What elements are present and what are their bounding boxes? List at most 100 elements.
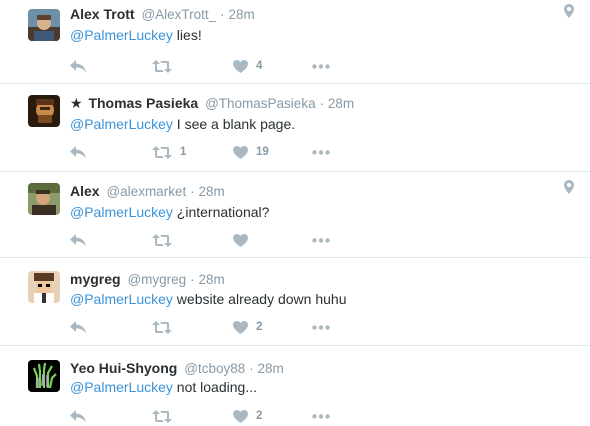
more-button[interactable] xyxy=(312,142,330,162)
tweet-actions: 2 xyxy=(70,406,370,426)
more-button[interactable] xyxy=(312,56,330,76)
reply-icon xyxy=(70,59,86,72)
tweet-actions: 4 xyxy=(70,56,370,76)
like-count: 2 xyxy=(256,321,263,333)
tweet[interactable]: Alex @alexmarket · 28m @PalmerLuckey ¿in… xyxy=(0,172,590,258)
like-button[interactable] xyxy=(233,230,256,250)
avatar[interactable] xyxy=(28,9,60,41)
heart-icon xyxy=(233,59,248,73)
retweet-icon xyxy=(152,145,172,159)
location-pin-icon[interactable] xyxy=(564,4,574,23)
tweet-header: mygreg @mygreg · 28m xyxy=(70,269,225,290)
more-icon xyxy=(312,413,330,419)
username[interactable]: @tcboy88 xyxy=(184,361,245,376)
reply-button[interactable] xyxy=(70,317,87,337)
retweet-button[interactable] xyxy=(152,406,180,426)
reply-icon xyxy=(70,233,86,246)
like-count: 4 xyxy=(256,60,263,72)
tweet-feed: Alex Trott @AlexTrott_ · 28m @PalmerLuck… xyxy=(0,0,590,423)
more-button[interactable] xyxy=(312,230,330,250)
tweet-body: I see a blank page. xyxy=(172,116,296,132)
tweet[interactable]: Yeo Hui-Shyong @tcboy88 · 28m @PalmerLuc… xyxy=(0,346,590,423)
separator-dot: · xyxy=(220,7,225,22)
tweet-text: @PalmerLuckey lies! xyxy=(70,25,202,45)
display-name[interactable]: Alex Trott xyxy=(70,6,135,22)
like-count: 2 xyxy=(256,410,263,422)
retweet-button[interactable] xyxy=(152,317,180,337)
tweet-text: @PalmerLuckey I see a blank page. xyxy=(70,114,295,134)
reply-icon xyxy=(70,320,86,333)
tweet[interactable]: ★ Thomas Pasieka @ThomasPasieka · 28m @P… xyxy=(0,84,590,172)
more-button[interactable] xyxy=(312,317,330,337)
separator-dot: · xyxy=(190,272,195,287)
display-name[interactable]: Alex xyxy=(70,183,100,199)
more-button[interactable] xyxy=(312,406,330,426)
tweet-actions: 2 xyxy=(70,317,370,337)
like-button[interactable]: 4 xyxy=(233,56,262,76)
tweet-actions xyxy=(70,230,370,250)
username[interactable]: @ThomasPasieka xyxy=(205,96,316,111)
timestamp[interactable]: 28m xyxy=(258,361,284,376)
mention-link[interactable]: @PalmerLuckey xyxy=(70,291,173,307)
retweet-icon xyxy=(152,59,172,73)
location-pin-icon[interactable] xyxy=(564,180,574,199)
more-icon xyxy=(312,237,330,243)
retweet-button[interactable] xyxy=(152,230,180,250)
tweet-text: @PalmerLuckey not loading... xyxy=(70,377,257,397)
like-button[interactable]: 2 xyxy=(233,406,262,426)
tweet-header: ★ Thomas Pasieka @ThomasPasieka · 28m xyxy=(70,93,354,114)
avatar[interactable] xyxy=(28,183,60,215)
more-icon xyxy=(312,149,330,155)
timestamp[interactable]: 28m xyxy=(328,96,354,111)
tweet[interactable]: mygreg @mygreg · 28m @PalmerLuckey websi… xyxy=(0,258,590,346)
retweet-icon xyxy=(152,320,172,334)
display-name[interactable]: Yeo Hui-Shyong xyxy=(70,360,177,376)
username[interactable]: @AlexTrott_ xyxy=(141,7,216,22)
mention-link[interactable]: @PalmerLuckey xyxy=(70,379,173,395)
reply-button[interactable] xyxy=(70,56,87,76)
tweet-body: lies! xyxy=(172,27,202,43)
avatar[interactable] xyxy=(28,360,60,392)
retweet-button[interactable] xyxy=(152,56,180,76)
reply-button[interactable] xyxy=(70,142,87,162)
more-icon xyxy=(312,324,330,330)
username[interactable]: @alexmarket xyxy=(106,184,186,199)
tweet-header: Alex Trott @AlexTrott_ · 28m xyxy=(70,4,255,25)
like-button[interactable]: 19 xyxy=(233,142,269,162)
star-icon: ★ xyxy=(70,95,83,111)
reply-icon xyxy=(70,145,86,158)
retweet-icon xyxy=(152,233,172,247)
mention-link[interactable]: @PalmerLuckey xyxy=(70,27,173,43)
avatar[interactable] xyxy=(28,271,60,303)
display-name[interactable]: mygreg xyxy=(70,271,121,287)
timestamp[interactable]: 28m xyxy=(228,7,254,22)
like-button[interactable]: 2 xyxy=(233,317,262,337)
more-icon xyxy=(312,63,330,69)
reply-button[interactable] xyxy=(70,230,87,250)
separator-dot: · xyxy=(190,184,195,199)
tweet-actions: 1 19 xyxy=(70,142,370,162)
mention-link[interactable]: @PalmerLuckey xyxy=(70,116,173,132)
retweet-count: 1 xyxy=(180,146,187,158)
like-count: 19 xyxy=(256,146,269,158)
mention-link[interactable]: @PalmerLuckey xyxy=(70,204,173,220)
display-name[interactable]: Thomas Pasieka xyxy=(88,95,198,111)
timestamp[interactable]: 28m xyxy=(198,184,224,199)
heart-icon xyxy=(233,320,248,334)
avatar[interactable] xyxy=(28,95,60,127)
tweet-header: Yeo Hui-Shyong @tcboy88 · 28m xyxy=(70,358,284,379)
separator-dot: · xyxy=(319,96,324,111)
username[interactable]: @mygreg xyxy=(127,272,186,287)
tweet-text: @PalmerLuckey ¿international? xyxy=(70,202,269,222)
tweet[interactable]: Alex Trott @AlexTrott_ · 28m @PalmerLuck… xyxy=(0,0,590,84)
tweet-text: @PalmerLuckey website already down huhu xyxy=(70,289,346,309)
separator-dot: · xyxy=(249,361,254,376)
timestamp[interactable]: 28m xyxy=(198,272,224,287)
retweet-button[interactable]: 1 xyxy=(152,142,186,162)
tweet-header: Alex @alexmarket · 28m xyxy=(70,181,225,202)
tweet-body: ¿international? xyxy=(172,204,270,220)
heart-icon xyxy=(233,233,248,247)
heart-icon xyxy=(233,145,248,159)
reply-button[interactable] xyxy=(70,406,87,426)
tweet-body: website already down huhu xyxy=(172,291,347,307)
